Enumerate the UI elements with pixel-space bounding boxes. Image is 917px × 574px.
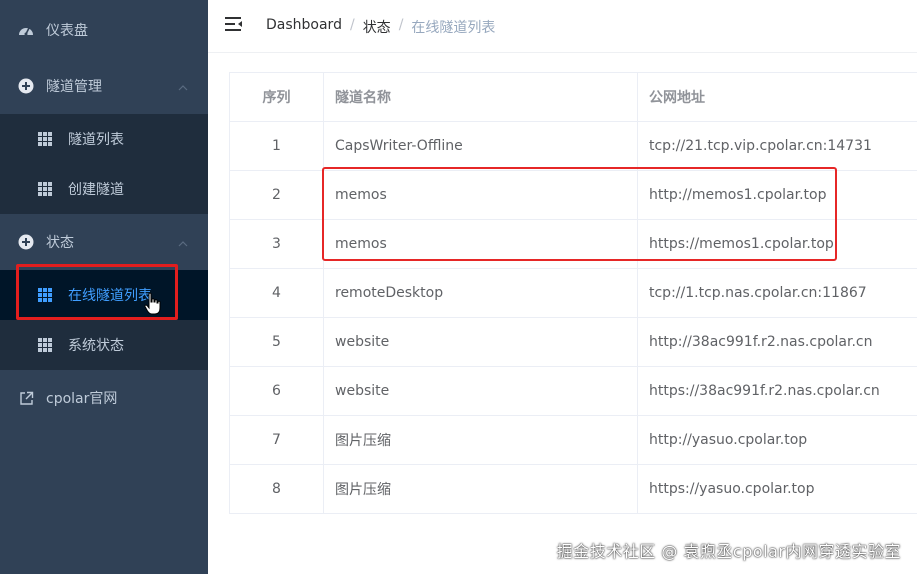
chevron-up-icon (178, 81, 188, 91)
sidebar-item-label: 系统状态 (68, 338, 124, 354)
row-tunnel-name: memos (324, 220, 638, 268)
column-header-url: 公网地址 (649, 90, 705, 106)
breadcrumb-status: 状态 (362, 20, 391, 36)
sidebar-item-online-tunnels[interactable]: 在线隧道列表 (0, 270, 208, 320)
row-index: 5 (230, 318, 324, 366)
sidebar-item-tunnel-list[interactable]: 隧道列表 (0, 114, 208, 164)
table-row: 4 remoteDesktop tcp://1.tcp.nas.cpolar.c… (230, 269, 917, 318)
row-index: 1 (230, 122, 324, 170)
row-index: 7 (230, 416, 324, 464)
breadcrumb-current: 在线隧道列表 (411, 20, 496, 36)
breadcrumb-separator: / (349, 17, 355, 33)
row-tunnel-name: remoteDesktop (324, 269, 638, 317)
table-icon (38, 182, 52, 196)
row-index: 8 (230, 465, 324, 513)
row-public-url: https://yasuo.cpolar.top (649, 481, 815, 497)
sidebar-item-label: 隧道列表 (68, 132, 124, 148)
tunnel-table: 序列 隧道名称 公网地址 1 CapsWriter-Offline tcp://… (229, 72, 917, 514)
row-index: 3 (230, 220, 324, 268)
sidebar-item-label: cpolar官网 (46, 391, 118, 407)
breadcrumb-home[interactable]: Dashboard (266, 17, 342, 37)
table-header-row: 序列 隧道名称 公网地址 (230, 73, 917, 122)
sidebar-item-label: 在线隧道列表 (68, 288, 152, 304)
row-tunnel-name: 图片压缩 (324, 465, 638, 513)
row-public-url: https://memos1.cpolar.top (649, 236, 834, 252)
menu-toggle-icon[interactable] (225, 16, 243, 32)
row-public-url: tcp://1.tcp.nas.cpolar.cn:11867 (649, 285, 867, 301)
sidebar-item-cpolar-site[interactable]: cpolar官网 (0, 370, 208, 426)
row-public-url: https://38ac991f.r2.nas.cpolar.cn (649, 383, 880, 399)
sidebar-item-label: 状态 (46, 235, 74, 251)
watermark: 掘金技术社区 @ 袁煦丞cpolar内网穿透实验室 (556, 542, 901, 561)
sidebar-item-label: 隧道管理 (46, 79, 102, 95)
row-tunnel-name: CapsWriter-Offline (324, 122, 638, 170)
row-tunnel-name: website (324, 367, 638, 415)
hand-cursor-icon (144, 292, 162, 316)
table-row: 3 memos https://memos1.cpolar.top (230, 220, 917, 269)
row-public-url: http://memos1.cpolar.top (649, 187, 827, 203)
sidebar: 仪表盘 隧道管理 隧道列表 创建隧道 状态 在线隧道列表 系统状态 cpolar… (0, 0, 208, 574)
chevron-up-icon (178, 237, 188, 247)
sidebar-item-dashboard[interactable]: 仪表盘 (0, 2, 208, 58)
column-header-name: 隧道名称 (324, 73, 638, 121)
row-tunnel-name: website (324, 318, 638, 366)
table-row: 7 图片压缩 http://yasuo.cpolar.top (230, 416, 917, 465)
sidebar-item-label: 创建隧道 (68, 182, 124, 198)
sidebar-item-create-tunnel[interactable]: 创建隧道 (0, 164, 208, 214)
table-row: 6 website https://38ac991f.r2.nas.cpolar… (230, 367, 917, 416)
sidebar-item-system-status[interactable]: 系统状态 (0, 320, 208, 370)
row-public-url: http://yasuo.cpolar.top (649, 432, 808, 448)
external-link-icon (18, 390, 34, 406)
row-index: 6 (230, 367, 324, 415)
breadcrumb: Dashboard / 状态 / 在线隧道列表 (266, 17, 495, 37)
table-row: 8 图片压缩 https://yasuo.cpolar.top (230, 465, 917, 514)
sidebar-item-label: 仪表盘 (46, 23, 88, 39)
table-icon (38, 288, 52, 302)
breadcrumb-separator: / (398, 17, 404, 33)
row-tunnel-name: memos (324, 171, 638, 219)
plus-circle-icon (18, 78, 34, 94)
table-icon (38, 132, 52, 146)
sidebar-item-status[interactable]: 状态 (0, 214, 208, 270)
row-index: 2 (230, 171, 324, 219)
table-row: 1 CapsWriter-Offline tcp://21.tcp.vip.cp… (230, 122, 917, 171)
sidebar-item-tunnel-management[interactable]: 隧道管理 (0, 58, 208, 114)
table-row: 2 memos http://memos1.cpolar.top (230, 171, 917, 220)
row-index: 4 (230, 269, 324, 317)
row-public-url: tcp://21.tcp.vip.cpolar.cn:14731 (649, 138, 872, 154)
table-icon (38, 338, 52, 352)
row-public-url: http://38ac991f.r2.nas.cpolar.cn (649, 334, 873, 350)
row-tunnel-name: 图片压缩 (324, 416, 638, 464)
navbar: Dashboard / 状态 / 在线隧道列表 (208, 0, 917, 53)
table-row: 5 website http://38ac991f.r2.nas.cpolar.… (230, 318, 917, 367)
dashboard-icon (18, 22, 34, 38)
column-header-index: 序列 (230, 73, 324, 121)
plus-circle-icon (18, 234, 34, 250)
